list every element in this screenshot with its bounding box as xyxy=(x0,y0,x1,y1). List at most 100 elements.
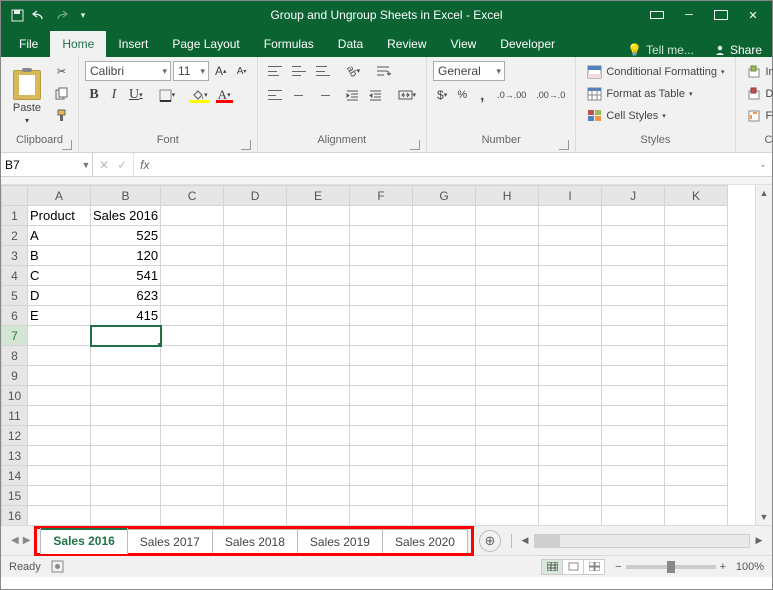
cell-styles-button[interactable]: Cell Styles▾ xyxy=(582,105,728,127)
cell[interactable] xyxy=(602,466,665,486)
cell[interactable] xyxy=(224,306,287,326)
cell[interactable]: B xyxy=(28,246,91,266)
cell[interactable] xyxy=(161,246,224,266)
cell[interactable] xyxy=(161,266,224,286)
cell[interactable] xyxy=(224,326,287,346)
cell[interactable] xyxy=(91,486,161,506)
cell[interactable] xyxy=(287,446,350,466)
cell[interactable] xyxy=(350,366,413,386)
cell[interactable] xyxy=(665,426,728,446)
cell[interactable] xyxy=(161,346,224,366)
cell[interactable] xyxy=(287,326,350,346)
row-header[interactable]: 8 xyxy=(2,346,28,366)
cell[interactable] xyxy=(413,446,476,466)
cell[interactable] xyxy=(91,426,161,446)
merge-center-button[interactable]: ▾ xyxy=(394,85,421,105)
cell[interactable] xyxy=(28,366,91,386)
sheet-tab[interactable]: Sales 2018 xyxy=(212,529,298,554)
sheet-tab[interactable]: Sales 2019 xyxy=(297,529,383,554)
row-header[interactable]: 2 xyxy=(2,226,28,246)
qat-customize-icon[interactable]: ▾ xyxy=(75,7,91,23)
column-header[interactable]: H xyxy=(476,186,539,206)
cell[interactable] xyxy=(350,446,413,466)
cell[interactable] xyxy=(539,326,602,346)
cell[interactable] xyxy=(350,286,413,306)
row-header[interactable]: 10 xyxy=(2,386,28,406)
increase-font-button[interactable]: A▴ xyxy=(211,61,231,81)
cell[interactable] xyxy=(602,346,665,366)
cell[interactable] xyxy=(161,486,224,506)
row-header[interactable]: 9 xyxy=(2,366,28,386)
column-header[interactable]: G xyxy=(413,186,476,206)
cell[interactable] xyxy=(539,446,602,466)
align-top-button[interactable] xyxy=(264,61,286,81)
font-name-select[interactable]: Calibri xyxy=(85,61,171,81)
cell[interactable]: 415 xyxy=(91,306,161,326)
page-break-view-button[interactable] xyxy=(583,559,605,575)
cell[interactable] xyxy=(602,506,665,526)
cell[interactable] xyxy=(665,226,728,246)
cell[interactable] xyxy=(602,406,665,426)
cell[interactable] xyxy=(476,306,539,326)
copy-button[interactable] xyxy=(51,83,72,103)
bold-button[interactable]: B xyxy=(85,85,103,105)
cell[interactable] xyxy=(350,246,413,266)
cell[interactable] xyxy=(287,206,350,226)
cell[interactable] xyxy=(350,386,413,406)
cell[interactable] xyxy=(350,266,413,286)
scroll-down-icon[interactable]: ▼ xyxy=(760,509,769,525)
paste-button[interactable]: Paste ▾ xyxy=(7,61,47,134)
cell[interactable] xyxy=(476,386,539,406)
wrap-text-button[interactable] xyxy=(372,61,395,81)
cell[interactable] xyxy=(665,306,728,326)
ribbon-tab-home[interactable]: Home xyxy=(50,31,106,57)
undo-icon[interactable] xyxy=(31,7,47,23)
cell[interactable] xyxy=(665,446,728,466)
cell[interactable] xyxy=(28,326,91,346)
cell[interactable] xyxy=(350,406,413,426)
cell[interactable] xyxy=(665,506,728,526)
cell[interactable]: 541 xyxy=(91,266,161,286)
cell[interactable] xyxy=(161,326,224,346)
scroll-left-icon[interactable]: ◀ xyxy=(518,535,532,546)
sheet-tab[interactable]: Sales 2017 xyxy=(127,529,213,554)
cell[interactable]: Product xyxy=(28,206,91,226)
cell[interactable] xyxy=(602,206,665,226)
format-painter-button[interactable] xyxy=(51,105,72,125)
ribbon-tab-file[interactable]: File xyxy=(7,31,50,57)
ribbon-tab-developer[interactable]: Developer xyxy=(488,31,567,57)
cell[interactable] xyxy=(476,226,539,246)
cell[interactable] xyxy=(602,286,665,306)
increase-decimal-button[interactable]: .0→.00 xyxy=(493,85,530,105)
cell[interactable] xyxy=(28,466,91,486)
column-header[interactable]: B xyxy=(91,186,161,206)
row-header[interactable]: 14 xyxy=(2,466,28,486)
cell[interactable] xyxy=(161,426,224,446)
cell[interactable] xyxy=(224,486,287,506)
cell[interactable] xyxy=(161,506,224,526)
ribbon-display-icon[interactable] xyxy=(642,4,672,26)
cell[interactable] xyxy=(476,406,539,426)
close-button[interactable]: ✕ xyxy=(738,4,768,26)
cell[interactable] xyxy=(413,286,476,306)
tell-me-search[interactable]: 💡 Tell me... xyxy=(617,43,704,57)
cell[interactable] xyxy=(287,266,350,286)
cell[interactable] xyxy=(476,506,539,526)
number-format-select[interactable]: General xyxy=(433,61,505,81)
cell[interactable] xyxy=(91,506,161,526)
formula-input[interactable] xyxy=(155,153,754,176)
cell[interactable] xyxy=(665,266,728,286)
decrease-font-button[interactable]: A▾ xyxy=(233,61,251,81)
cell[interactable] xyxy=(413,346,476,366)
cell[interactable] xyxy=(287,346,350,366)
cell[interactable] xyxy=(28,486,91,506)
cell[interactable] xyxy=(224,366,287,386)
new-sheet-button[interactable]: ⊕ xyxy=(479,530,501,552)
cell[interactable] xyxy=(602,446,665,466)
align-left-button[interactable] xyxy=(264,85,286,105)
comma-format-button[interactable]: , xyxy=(473,85,491,105)
row-header[interactable]: 4 xyxy=(2,266,28,286)
cell[interactable] xyxy=(224,226,287,246)
cell[interactable] xyxy=(539,246,602,266)
row-header[interactable]: 5 xyxy=(2,286,28,306)
